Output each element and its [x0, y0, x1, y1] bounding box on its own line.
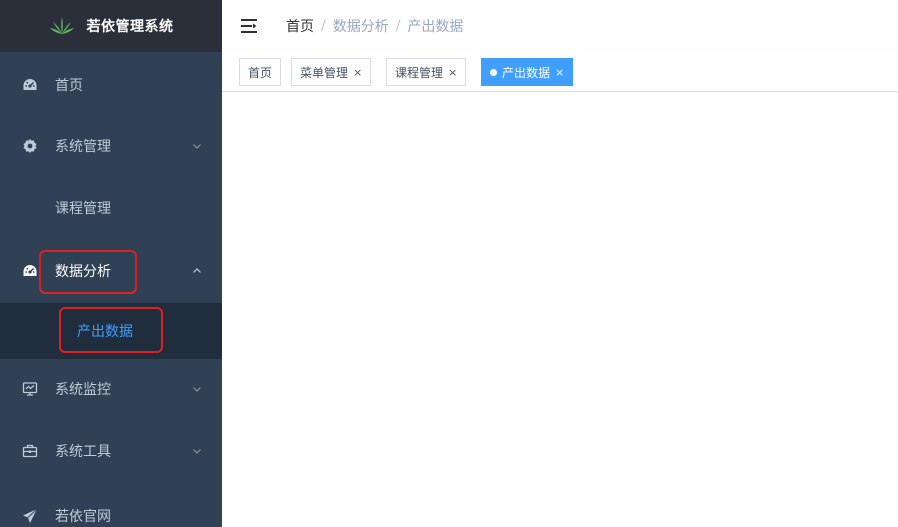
sidebar-item-label: 系统工具: [55, 444, 111, 460]
main-content: [222, 92, 898, 527]
app-title: 若依管理系统: [86, 19, 174, 35]
sidebar-logo[interactable]: 若依管理系统: [0, 0, 222, 52]
navbar: 首页 / 数据分析 / 产出数据: [222, 0, 898, 52]
tag-menu-management[interactable]: 菜单管理 ×: [291, 58, 372, 86]
sidebar-item-official-site[interactable]: 若依官网: [0, 488, 222, 527]
toolbox-icon: [22, 443, 38, 459]
tag-course-management[interactable]: 课程管理 ×: [386, 58, 467, 86]
tag-output-data[interactable]: 产出数据 ×: [481, 58, 574, 86]
close-icon[interactable]: ×: [555, 66, 564, 79]
sidebar-item-label: 数据分析: [55, 264, 111, 280]
sidebar-item-system-monitor[interactable]: 系统监控: [0, 361, 222, 417]
chevron-down-icon: [192, 446, 202, 456]
send-icon: [22, 508, 38, 524]
close-icon[interactable]: ×: [353, 66, 362, 79]
tag-label: 首页: [248, 65, 273, 80]
sidebar-item-label: 系统管理: [55, 139, 111, 155]
sidebar-item-system-management[interactable]: 系统管理: [0, 118, 222, 174]
sidebar-item-course-management[interactable]: 课程管理: [0, 180, 222, 236]
breadcrumb-separator: /: [321, 18, 326, 34]
sidebar-item-home[interactable]: 首页: [0, 57, 222, 113]
breadcrumb-item-output-data: 产出数据: [407, 19, 464, 35]
sidebar-item-system-tools[interactable]: 系统工具: [0, 423, 222, 479]
chevron-down-icon: [192, 141, 202, 151]
chevron-up-icon: [192, 266, 202, 276]
gear-icon: [22, 138, 38, 154]
sidebar-item-label: 系统监控: [55, 382, 111, 398]
sidebar-item-label: 产出数据: [77, 324, 133, 340]
sidebar-item-label: 若依官网: [55, 509, 111, 525]
hamburger-icon[interactable]: [240, 17, 258, 35]
sidebar-item-output-data[interactable]: 产出数据: [0, 303, 222, 359]
breadcrumb-item-data-analysis: 数据分析: [332, 19, 389, 35]
tags-view: 首页 菜单管理 × 课程管理 × 产出数据 ×: [222, 52, 898, 92]
sidebar-item-label: 课程管理: [55, 201, 111, 217]
chevron-down-icon: [192, 384, 202, 394]
tag-home[interactable]: 首页: [239, 58, 282, 86]
tag-label: 菜单管理: [300, 65, 349, 80]
logo-icon: [49, 17, 74, 34]
tag-label: 产出数据: [502, 65, 551, 80]
breadcrumb: 首页 / 数据分析 / 产出数据: [286, 16, 463, 36]
active-dot-icon: [490, 68, 497, 76]
monitor-icon: [22, 381, 38, 397]
tag-label: 课程管理: [395, 65, 444, 80]
close-icon[interactable]: ×: [448, 66, 457, 79]
sidebar-item-data-analysis[interactable]: 数据分析: [0, 243, 222, 299]
dashboard-icon: [22, 263, 38, 279]
dashboard-icon: [22, 77, 38, 93]
sidebar-item-label: 首页: [55, 78, 83, 94]
breadcrumb-item-home[interactable]: 首页: [286, 16, 314, 36]
sidebar: 若依管理系统 首页 系统管理 课程管理 数据分析 产出数据 系统监控 系统工具 …: [0, 0, 222, 527]
breadcrumb-separator: /: [395, 18, 401, 34]
